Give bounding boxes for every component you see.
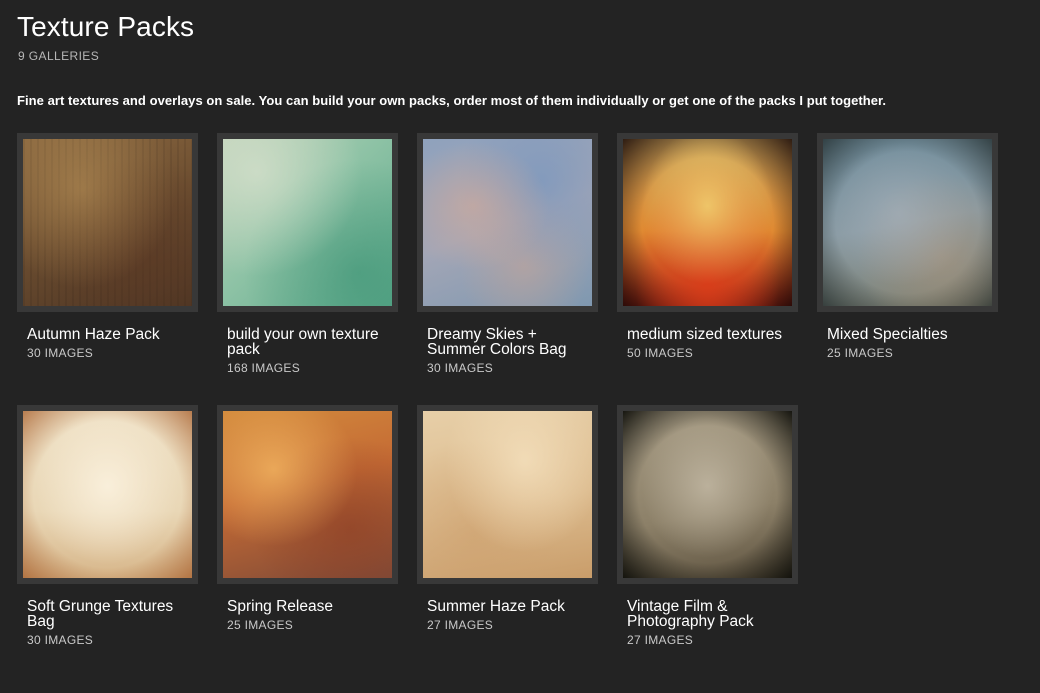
gallery-thumbnail-frame[interactable]: [617, 405, 798, 584]
gallery-card-mixed-specialties[interactable]: Mixed Specialties 25 IMAGES: [817, 133, 998, 360]
gallery-title[interactable]: Soft Grunge Textures Bag: [27, 599, 197, 630]
gallery-thumbnail[interactable]: [423, 411, 592, 578]
gallery-image-count: 50 IMAGES: [627, 346, 694, 360]
gallery-card-soft-grunge[interactable]: Soft Grunge Textures Bag 30 IMAGES: [17, 405, 198, 647]
gallery-thumbnail-frame[interactable]: [417, 133, 598, 312]
gallery-card-spring-release[interactable]: Spring Release 25 IMAGES: [217, 405, 398, 632]
gallery-card-summer-haze-pack[interactable]: Summer Haze Pack 27 IMAGES: [417, 405, 598, 632]
gallery-thumbnail-frame[interactable]: [817, 133, 998, 312]
gallery-thumbnail-frame[interactable]: [17, 133, 198, 312]
gallery-thumbnail-frame[interactable]: [617, 133, 798, 312]
gallery-title[interactable]: Mixed Specialties: [827, 327, 997, 343]
gallery-thumbnail-frame[interactable]: [417, 405, 598, 584]
gallery-image-count: 27 IMAGES: [627, 633, 694, 647]
gallery-thumbnail-frame[interactable]: [17, 405, 198, 584]
gallery-title[interactable]: build your own texture pack: [227, 327, 397, 358]
gallery-thumbnail[interactable]: [623, 139, 792, 306]
gallery-title[interactable]: medium sized textures: [627, 327, 797, 343]
gallery-card-build-your-own[interactable]: build your own texture pack 168 IMAGES: [217, 133, 398, 375]
gallery-title[interactable]: Vintage Film & Photography Pack: [627, 599, 797, 630]
gallery-image-count: 30 IMAGES: [27, 633, 94, 647]
gallery-image-count: 25 IMAGES: [827, 346, 894, 360]
page-description: Fine art textures and overlays on sale. …: [17, 93, 887, 108]
gallery-image-count: 30 IMAGES: [27, 346, 94, 360]
gallery-card-autumn-haze-pack[interactable]: Autumn Haze Pack 30 IMAGES: [17, 133, 198, 360]
gallery-title[interactable]: Spring Release: [227, 599, 397, 615]
gallery-thumbnail-frame[interactable]: [217, 405, 398, 584]
gallery-title[interactable]: Autumn Haze Pack: [27, 327, 197, 343]
gallery-image-count: 25 IMAGES: [227, 618, 294, 632]
gallery-image-count: 27 IMAGES: [427, 618, 494, 632]
gallery-thumbnail[interactable]: [23, 139, 192, 306]
gallery-thumbnail-frame[interactable]: [217, 133, 398, 312]
gallery-image-count: 168 IMAGES: [227, 361, 301, 375]
gallery-card-vintage-film[interactable]: Vintage Film & Photography Pack 27 IMAGE…: [617, 405, 798, 647]
gallery-thumbnail[interactable]: [223, 411, 392, 578]
gallery-count: 9 GALLERIES: [18, 49, 100, 63]
gallery-title[interactable]: Dreamy Skies + Summer Colors Bag: [427, 327, 597, 358]
gallery-thumbnail[interactable]: [623, 411, 792, 578]
gallery-title[interactable]: Summer Haze Pack: [427, 599, 597, 615]
gallery-card-dreamy-skies[interactable]: Dreamy Skies + Summer Colors Bag 30 IMAG…: [417, 133, 598, 375]
page-title: Texture Packs: [17, 11, 195, 42]
gallery-card-medium-sized-textures[interactable]: medium sized textures 50 IMAGES: [617, 133, 798, 360]
gallery-thumbnail[interactable]: [223, 139, 392, 306]
gallery-thumbnail[interactable]: [823, 139, 992, 306]
gallery-thumbnail[interactable]: [23, 411, 192, 578]
gallery-image-count: 30 IMAGES: [427, 361, 494, 375]
gallery-thumbnail[interactable]: [423, 139, 592, 306]
